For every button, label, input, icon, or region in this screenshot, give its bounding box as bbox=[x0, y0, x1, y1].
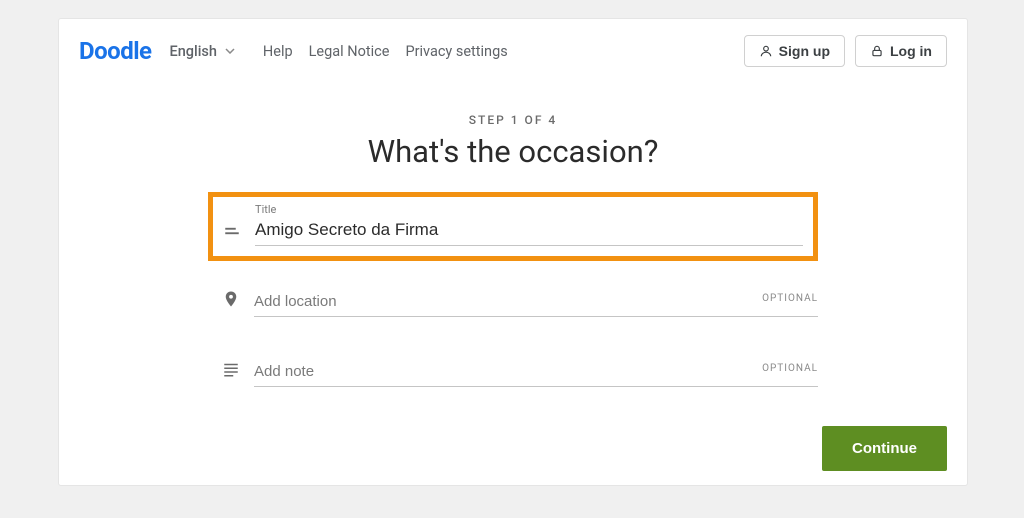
lock-icon bbox=[870, 44, 884, 58]
note-optional-tag: OPTIONAL bbox=[762, 363, 818, 374]
location-pin-icon bbox=[222, 290, 240, 308]
title-field-body: Title bbox=[255, 203, 803, 246]
page-title: What's the occasion? bbox=[59, 133, 967, 170]
login-label: Log in bbox=[890, 43, 932, 59]
language-label: English bbox=[170, 43, 217, 60]
title-input[interactable] bbox=[255, 218, 803, 246]
nav-legal-notice[interactable]: Legal Notice bbox=[309, 43, 390, 60]
step-indicator: STEP 1 OF 4 bbox=[59, 113, 967, 127]
title-icon bbox=[223, 222, 241, 240]
chevron-down-icon bbox=[225, 48, 235, 54]
location-field-row: OPTIONAL bbox=[208, 287, 818, 317]
location-optional-tag: OPTIONAL bbox=[762, 293, 818, 304]
title-field-row: Title bbox=[223, 203, 803, 246]
signup-label: Sign up bbox=[779, 43, 830, 59]
language-selector[interactable]: English bbox=[170, 43, 235, 60]
nav-help[interactable]: Help bbox=[263, 43, 293, 60]
title-field-highlight: Title bbox=[208, 192, 818, 261]
app-window: Doodle English Help Legal Notice Privacy… bbox=[58, 18, 968, 486]
nav-links: Help Legal Notice Privacy settings bbox=[263, 43, 508, 60]
location-input-wrap: OPTIONAL bbox=[254, 287, 818, 317]
note-field-row: OPTIONAL bbox=[208, 357, 818, 387]
header-bar: Doodle English Help Legal Notice Privacy… bbox=[59, 19, 967, 87]
logo[interactable]: Doodle bbox=[79, 37, 152, 65]
note-input[interactable] bbox=[254, 357, 818, 387]
continue-button[interactable]: Continue bbox=[822, 426, 947, 471]
login-button[interactable]: Log in bbox=[855, 35, 947, 67]
signup-button[interactable]: Sign up bbox=[744, 35, 845, 67]
main-content: STEP 1 OF 4 What's the occasion? Title bbox=[59, 87, 967, 387]
user-icon bbox=[759, 44, 773, 58]
title-field-label: Title bbox=[255, 203, 803, 216]
location-input[interactable] bbox=[254, 287, 818, 317]
header-actions: Sign up Log in bbox=[744, 35, 947, 67]
note-input-wrap: OPTIONAL bbox=[254, 357, 818, 387]
poll-form: Title OPTIONAL OPTIONAL bbox=[208, 192, 818, 387]
note-lines-icon bbox=[222, 360, 240, 378]
nav-privacy-settings[interactable]: Privacy settings bbox=[405, 43, 507, 60]
